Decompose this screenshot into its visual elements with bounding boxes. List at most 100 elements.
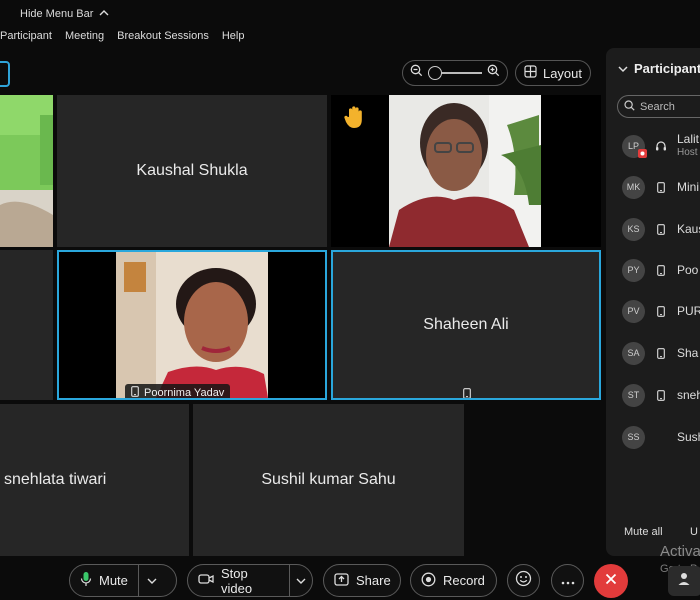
video-tile-raised-hand[interactable]	[331, 95, 601, 247]
chevron-up-icon	[99, 8, 109, 20]
participant-name: PUR	[677, 304, 700, 318]
mute-control: Mute	[69, 564, 177, 597]
avatar: ST	[622, 383, 645, 407]
phone-icon	[654, 347, 668, 359]
zoom-slider[interactable]	[428, 66, 482, 80]
video-tile-partial-2[interactable]	[0, 250, 53, 400]
participant-row[interactable]: PY Poo	[622, 258, 698, 282]
record-button[interactable]: Record	[410, 564, 497, 597]
phone-icon	[654, 223, 668, 235]
mute-options-button[interactable]	[139, 565, 165, 596]
avatar: SS	[622, 425, 645, 449]
phone-icon	[131, 386, 139, 398]
stop-video-label: Stop video	[221, 565, 253, 596]
video-tile-sushil-kumar-sahu[interactable]: Sushil kumar Sahu	[193, 404, 464, 556]
phone-icon	[654, 264, 668, 276]
participant-name: Kaushal Shukla	[136, 162, 248, 179]
participant-name: Sush	[677, 430, 700, 444]
layout-label: Layout	[542, 65, 583, 81]
mute-button[interactable]: Mute	[70, 565, 138, 596]
more-horizontal-icon	[561, 572, 575, 590]
view-toggle-button[interactable]	[0, 61, 10, 87]
participant-name: Sushil kumar Sahu	[261, 471, 396, 488]
microphone-icon	[80, 571, 92, 590]
end-meeting-button[interactable]	[594, 564, 628, 598]
avatar: SA	[622, 341, 645, 365]
participant-search-input[interactable]: Search	[617, 95, 700, 118]
grid-icon	[524, 65, 537, 81]
raised-hand-icon	[343, 105, 365, 134]
menu-item-meeting[interactable]: Meeting	[65, 30, 104, 48]
chevron-down-icon	[147, 573, 157, 588]
zoom-slider-handle[interactable]	[428, 66, 442, 80]
hide-menu-bar-toggle[interactable]: Hide Menu Bar	[20, 6, 109, 22]
layout-button[interactable]: Layout	[515, 60, 591, 86]
participant-name: Shaheen Ali	[423, 316, 509, 333]
video-tile-snehlata-tiwari[interactable]: snehlata tiwari	[0, 404, 189, 556]
participant-row[interactable]: PV PUR	[622, 299, 700, 323]
video-tile-kaushal-shukla[interactable]: Kaushal Shukla	[57, 95, 327, 247]
more-options-button[interactable]	[551, 564, 584, 597]
participant-row[interactable]: SA Sha	[622, 341, 698, 365]
participant-name: Poornima Yadav	[144, 387, 225, 399]
record-icon	[421, 572, 436, 590]
participants-panel-button[interactable]	[668, 566, 700, 596]
share-label: Share	[356, 573, 391, 588]
phone-icon	[654, 181, 668, 193]
menu-item-help[interactable]: Help	[222, 30, 245, 48]
video-tile-poornima-yadav[interactable]: Poornima Yadav	[57, 250, 327, 400]
menu-item-breakout-sessions[interactable]: Breakout Sessions	[117, 30, 209, 48]
participant-video	[0, 95, 53, 247]
person-icon	[677, 571, 693, 592]
participant-row[interactable]: ST sneh	[622, 383, 700, 407]
avatar: KS	[622, 217, 645, 241]
participant-video	[389, 95, 541, 247]
watermark-text: Activa	[660, 543, 700, 560]
phone-icon	[654, 305, 668, 317]
chevron-down-icon	[618, 61, 628, 76]
participant-name: Sha	[677, 346, 699, 360]
avatar: PY	[622, 258, 645, 282]
zoom-in-icon[interactable]	[487, 64, 500, 82]
participant-name: Lalit	[677, 132, 700, 146]
record-label: Record	[443, 573, 485, 588]
video-camera-icon	[198, 573, 214, 588]
headset-icon	[654, 140, 668, 152]
participant-row[interactable]: SS Sush	[622, 425, 700, 449]
search-placeholder: Search	[640, 100, 675, 113]
share-icon	[334, 572, 349, 589]
mute-label: Mute	[99, 573, 128, 588]
unmute-all-button[interactable]: U	[690, 526, 698, 538]
close-icon	[605, 572, 617, 590]
participants-panel-header[interactable]: Participant	[618, 61, 700, 76]
menu-item-participant[interactable]: Participant	[0, 30, 52, 48]
avatar: MK	[622, 175, 645, 199]
participant-name-tag: Poornima Yadav	[125, 384, 231, 399]
participant-row[interactable]: MK Mini	[622, 175, 699, 199]
stop-video-button[interactable]: Stop video	[188, 565, 289, 596]
chevron-down-icon	[296, 573, 306, 588]
zoom-out-icon[interactable]	[410, 64, 423, 82]
participants-panel-title: Participant	[634, 61, 700, 76]
participant-name: Kaus	[677, 222, 700, 236]
participant-name: Mini	[677, 180, 700, 194]
smiley-icon	[515, 570, 532, 592]
search-icon	[624, 99, 635, 114]
share-button[interactable]: Share	[323, 564, 401, 597]
participant-role: Host	[677, 147, 698, 158]
mute-all-button[interactable]: Mute all	[624, 526, 663, 538]
avatar: PV	[622, 299, 645, 323]
participant-row[interactable]: KS Kaus	[622, 217, 700, 241]
video-control: Stop video	[187, 564, 313, 597]
video-options-button[interactable]	[290, 565, 312, 596]
reactions-button[interactable]	[507, 564, 540, 597]
video-tile-partial-1[interactable]	[0, 95, 53, 247]
zoom-control	[402, 60, 508, 86]
phone-icon	[463, 386, 471, 398]
phone-icon	[654, 389, 668, 401]
video-tile-shaheen-ali[interactable]: Shaheen Ali	[331, 250, 601, 400]
menu-bar: Participant Meeting Breakout Sessions He…	[0, 30, 257, 48]
recording-badge-icon	[638, 148, 647, 160]
participant-row[interactable]: LP Lalit Host	[622, 132, 700, 160]
participant-video	[116, 252, 268, 398]
